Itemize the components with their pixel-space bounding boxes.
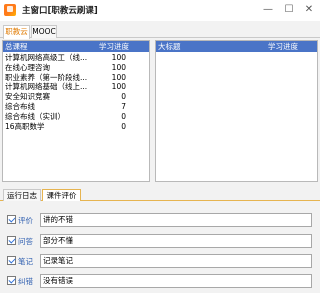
course-name: 综合布线（实训） — [5, 111, 65, 121]
chapter-list-panel: 大标题 学习进度 — [155, 40, 318, 182]
course-list-panel: 总课程 学习进度 计算机网络高级工（线... 100 在线心理咨询 100 职业素养… — [2, 40, 150, 182]
qa-label: 问答 — [18, 237, 33, 246]
table-row[interactable]: 计算机网络基础（线上... 100 — [3, 82, 149, 92]
column-header-course[interactable]: 总课程 — [5, 41, 28, 52]
column-header-progress[interactable]: 学习进度 — [268, 41, 298, 52]
correction-input[interactable]: 没有错误 — [40, 274, 312, 288]
course-progress: 0 — [121, 121, 126, 131]
correction-label: 纠错 — [18, 277, 33, 286]
column-header-title[interactable]: 大标题 — [158, 41, 181, 52]
course-table-header: 总课程 学习进度 — [3, 41, 149, 52]
qa-checkbox[interactable] — [7, 236, 16, 245]
table-row[interactable]: 综合布线 7 — [3, 102, 149, 112]
evaluation-input[interactable]: 讲的不错 — [40, 213, 312, 227]
app-logo-icon — [4, 4, 16, 16]
platform-tabs: 职教云 MOOC — [0, 23, 320, 39]
table-row[interactable]: 职业素养（第一阶段线... 100 — [3, 73, 149, 83]
course-progress: 100 — [111, 62, 126, 72]
course-name: 在线心理咨询 — [5, 62, 50, 72]
evaluation-row: 评价 讲的不错 — [7, 213, 312, 229]
qa-input[interactable]: 部分不懂 — [40, 234, 312, 248]
course-progress: 0 — [121, 111, 126, 121]
course-name: 计算机网络高级工（线... — [5, 53, 88, 62]
course-name: 16高职数学 — [5, 121, 45, 131]
course-progress: 0 — [121, 92, 126, 102]
window-title: 主窗口[职教云刷课] — [22, 6, 98, 16]
correction-checkbox[interactable] — [7, 276, 16, 285]
course-name: 计算机网络基础（线上... — [5, 82, 88, 92]
course-progress: 100 — [111, 53, 126, 62]
table-row[interactable]: 综合布线（实训） 0 — [3, 112, 149, 122]
evaluation-label: 评价 — [18, 216, 33, 225]
maximize-button[interactable]: ☐ — [281, 2, 297, 17]
bottom-tabs: 运行日志 课件评价 — [0, 188, 320, 201]
tab-mooc[interactable]: MOOC — [31, 25, 57, 38]
course-name: 安全知识竞赛 — [5, 92, 50, 102]
course-rows: 计算机网络高级工（线... 100 在线心理咨询 100 职业素养（第一阶段线...… — [3, 53, 149, 131]
course-progress: 7 — [121, 101, 126, 111]
notes-label: 笔记 — [18, 257, 33, 266]
title-bar: 主窗口[职教云刷课] — ☐ ✕ — [0, 0, 320, 21]
course-name: 综合布线 — [5, 101, 35, 111]
table-row[interactable]: 在线心理咨询 100 — [3, 63, 149, 73]
notes-row: 笔记 记录笔记 — [7, 254, 312, 270]
table-row[interactable]: 计算机网络高级工（线... 100 — [3, 53, 149, 63]
tab-courseware-evaluation[interactable]: 课件评价 — [42, 189, 81, 201]
column-header-progress[interactable]: 学习进度 — [99, 41, 129, 52]
notes-input[interactable]: 记录笔记 — [40, 254, 312, 268]
correction-row: 纠错 没有错误 — [7, 274, 312, 290]
evaluation-checkbox[interactable] — [7, 215, 16, 224]
close-button[interactable]: ✕ — [301, 2, 317, 17]
minimize-button[interactable]: — — [260, 2, 276, 17]
tab-zhijiaoyun[interactable]: 职教云 — [3, 25, 30, 39]
chapter-table-header: 大标题 学习进度 — [156, 41, 317, 52]
course-progress: 100 — [111, 72, 126, 82]
notes-checkbox[interactable] — [7, 256, 16, 265]
course-name: 职业素养（第一阶段线... — [5, 72, 88, 82]
tab-run-log[interactable]: 运行日志 — [3, 189, 41, 201]
course-progress: 100 — [111, 82, 126, 92]
qa-row: 问答 部分不懂 — [7, 234, 312, 250]
table-row[interactable]: 16高职数学 0 — [3, 122, 149, 132]
table-row[interactable]: 安全知识竞赛 0 — [3, 92, 149, 102]
